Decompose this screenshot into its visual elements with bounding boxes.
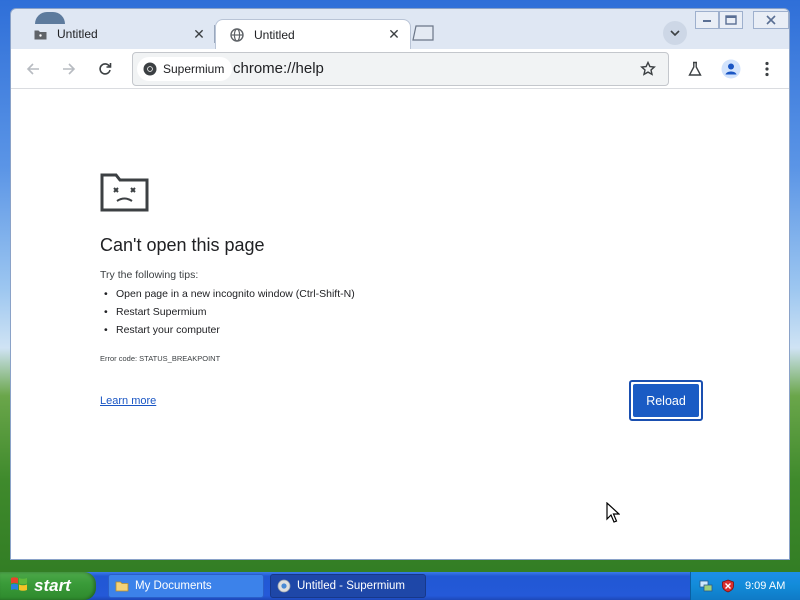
windows-flag-icon [10, 576, 28, 597]
flask-icon [688, 61, 702, 76]
url-text[interactable]: chrome://help [233, 53, 324, 85]
system-tray: 9:09 AM [690, 572, 800, 600]
close-tab-icon[interactable]: ✕ [386, 26, 402, 43]
task-label: My Documents [135, 580, 212, 592]
forward-button[interactable] [55, 55, 83, 83]
tab-strip: Untitled ✕ Untitled ✕ [11, 9, 789, 49]
address-bar[interactable]: Supermium chrome://help [132, 52, 669, 86]
profile-avatar-icon [721, 59, 741, 79]
tab-search-button[interactable] [663, 21, 687, 45]
reload-toolbar-button[interactable] [91, 55, 119, 83]
more-vert-icon [765, 61, 769, 77]
close-tab-icon[interactable]: ✕ [191, 26, 207, 42]
error-heading: Can't open this page [100, 235, 265, 255]
site-chip-label: Supermium [163, 62, 225, 76]
tab-label: Untitled [57, 27, 98, 41]
minimize-button[interactable] [695, 11, 719, 29]
start-button[interactable]: start [0, 572, 96, 600]
sad-folder-icon [100, 171, 150, 218]
mouse-cursor-icon [606, 501, 621, 529]
reload-button-label: Reload [633, 384, 699, 417]
list-item: Open page in a new incognito window (Ctr… [104, 285, 355, 303]
site-info-chip[interactable]: Supermium [137, 57, 233, 81]
tab-untitled-2[interactable]: Untitled ✕ [215, 19, 411, 49]
folder-favicon-icon [33, 27, 47, 41]
tab-label: Untitled [254, 27, 295, 42]
maximize-button[interactable] [719, 11, 743, 29]
reload-button[interactable]: Reload [629, 380, 703, 421]
close-icon [766, 15, 776, 25]
taskbar-item-supermium[interactable]: Untitled - Supermium [270, 574, 426, 598]
chrome-logo-icon [143, 62, 157, 76]
clock: 9:09 AM [745, 580, 786, 592]
network-icon[interactable] [699, 579, 713, 593]
list-item: Restart Supermium [104, 303, 355, 321]
taskbar: start My Documents Untitled - Supermium … [0, 572, 800, 600]
star-icon [640, 61, 656, 76]
labs-button[interactable] [681, 55, 709, 83]
profile-button[interactable] [717, 55, 745, 83]
page-content: Can't open this page Try the following t… [11, 89, 789, 559]
start-label: start [34, 576, 71, 595]
tips-list: Open page in a new incognito window (Ctr… [100, 285, 355, 339]
chevron-down-icon [670, 30, 680, 36]
tab-untitled-1[interactable]: Untitled ✕ [19, 19, 215, 49]
maximize-icon [725, 15, 737, 25]
taskbar-item-my-documents[interactable]: My Documents [108, 574, 264, 598]
window-close-button[interactable] [753, 11, 789, 29]
arrow-right-icon [63, 63, 76, 75]
learn-more-link[interactable]: Learn more [100, 395, 156, 407]
arrow-left-icon [26, 63, 39, 75]
list-item: Restart your computer [104, 321, 355, 339]
security-shield-icon[interactable] [721, 579, 735, 593]
new-tab-button[interactable] [411, 25, 435, 41]
task-label: Untitled - Supermium [297, 580, 406, 592]
minimize-icon [703, 20, 711, 22]
browser-icon [277, 579, 291, 593]
browser-toolbar: Supermium chrome://help [11, 49, 789, 89]
browser-window: Untitled ✕ Untitled ✕ Supermium chrome:/… [10, 8, 790, 560]
bookmark-star-button[interactable] [638, 59, 658, 79]
folder-icon [115, 581, 129, 592]
tips-intro: Try the following tips: [100, 269, 199, 281]
menu-button[interactable] [753, 55, 781, 83]
refresh-icon [99, 63, 112, 75]
back-button[interactable] [19, 55, 47, 83]
error-code: Error code: STATUS_BREAKPOINT [100, 354, 221, 363]
globe-favicon-icon [230, 27, 244, 42]
